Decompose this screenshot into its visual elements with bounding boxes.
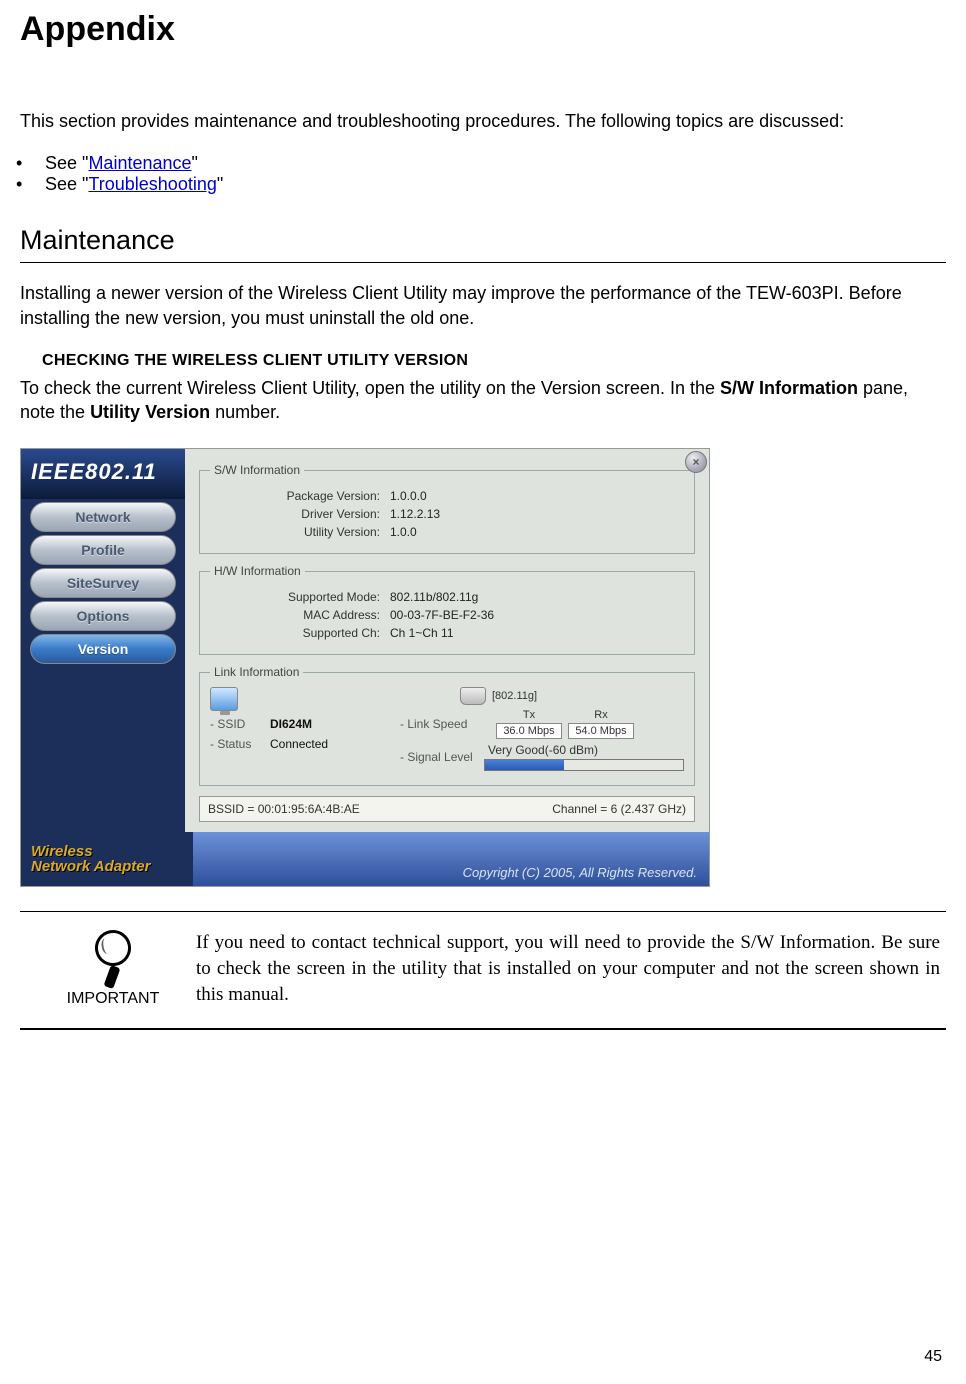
tocheck-paragraph: To check the current Wireless Client Uti… (20, 376, 946, 425)
nav-options[interactable]: Options (30, 601, 176, 631)
sw-value: 1.12.2.13 (390, 507, 684, 521)
nav-network[interactable]: Network (30, 502, 176, 532)
sw-row-driver: Driver Version: 1.12.2.13 (210, 507, 684, 521)
tx-header: Tx (496, 709, 562, 721)
utility-sidebar: IEEE802.11 Network Profile SiteSurvey Op… (21, 449, 185, 832)
sw-row-utility: Utility Version: 1.0.0 (210, 525, 684, 539)
tocheck-e: number. (210, 402, 280, 422)
see-troubleshooting-item: See "Troubleshooting" (40, 174, 946, 195)
link-info-legend: Link Information (210, 665, 303, 679)
nav-profile[interactable]: Profile (30, 535, 176, 565)
status-value: Connected (270, 737, 390, 751)
hw-value: 00-03-7F-BE-F2-36 (390, 608, 684, 622)
intro-paragraph: This section provides maintenance and tr… (20, 109, 946, 133)
important-label: IMPORTANT (60, 990, 166, 1008)
link-speed-row: - Link Speed Tx 36.0 Mbps Rx 54.0 Mbps (400, 709, 684, 739)
ssid-value: DI624M (270, 717, 390, 731)
hw-row-mac: MAC Address: 00-03-7F-BE-F2-36 (210, 608, 684, 622)
hw-label: Supported Ch: (210, 626, 390, 640)
rx-value: 54.0 Mbps (568, 723, 634, 739)
tocheck-b: S/W Information (720, 378, 858, 398)
bssid-box: BSSID = 00:01:95:6A:4B:AE Channel = 6 (2… (199, 796, 695, 822)
sw-label: Package Version: (210, 489, 390, 503)
nav-version[interactable]: Version (30, 634, 176, 664)
magnifier-icon (85, 930, 141, 986)
bssid-value: BSSID = 00:01:95:6A:4B:AE (208, 802, 360, 816)
tocheck-a: To check the current Wireless Client Uti… (20, 378, 720, 398)
utility-main: × S/W Information Package Version: 1.0.0… (185, 449, 709, 832)
sw-label: Utility Version: (210, 525, 390, 539)
see-prefix: See " (45, 174, 88, 194)
see-maintenance-item: See "Maintenance" (40, 153, 946, 174)
signal-bar-fill (485, 760, 564, 770)
signal-row: - Signal Level Very Good(-60 dBm) (400, 743, 684, 771)
copyright-bar: Copyright (C) 2005, All Rights Reserved. (193, 832, 709, 886)
hw-label: MAC Address: (210, 608, 390, 622)
wna-label-area: Wireless Network Adapter (21, 832, 193, 886)
maintenance-paragraph: Installing a newer version of the Wirele… (20, 281, 946, 330)
sw-value: 1.0.0 (390, 525, 684, 539)
hw-info-group: H/W Information Supported Mode: 802.11b/… (199, 564, 695, 655)
status-row: - Status Connected (210, 737, 390, 751)
tocheck-d: Utility Version (90, 402, 210, 422)
troubleshooting-link[interactable]: Troubleshooting (88, 174, 216, 194)
hw-value: Ch 1~Ch 11 (390, 626, 684, 640)
link-info-group: Link Information - SSID DI624M - Status … (199, 665, 695, 786)
page-number: 45 (924, 1348, 942, 1366)
hw-info-legend: H/W Information (210, 564, 305, 578)
see-suffix: " (217, 174, 223, 194)
hw-value: 802.11b/802.11g (390, 590, 684, 604)
sw-label: Driver Version: (210, 507, 390, 521)
wna-line1: Wireless (31, 843, 93, 860)
ssid-label: - SSID (210, 717, 270, 731)
ieee-logo: IEEE802.11 (21, 449, 185, 499)
checking-heading: CHECKING THE WIRELESS CLIENT UTILITY VER… (42, 352, 946, 370)
tx-value: 36.0 Mbps (496, 723, 562, 739)
sw-info-legend: S/W Information (210, 463, 304, 477)
important-note: IMPORTANT If you need to contact technic… (20, 911, 946, 1030)
maintenance-heading: Maintenance (20, 225, 946, 263)
page-title: Appendix (20, 10, 946, 49)
rx-header: Rx (568, 709, 634, 721)
see-prefix: See " (45, 153, 88, 173)
monitor-icon (210, 687, 238, 711)
status-label: - Status (210, 737, 270, 751)
disk-icon (460, 687, 486, 705)
hw-row-ch: Supported Ch: Ch 1~Ch 11 (210, 626, 684, 640)
close-icon[interactable]: × (685, 451, 707, 473)
sw-row-package: Package Version: 1.0.0.0 (210, 489, 684, 503)
signal-label: - Signal Level (400, 750, 484, 764)
channel-value: Channel = 6 (2.437 GHz) (552, 802, 686, 816)
sw-info-group: S/W Information Package Version: 1.0.0.0… (199, 463, 695, 554)
important-text: If you need to contact technical support… (196, 930, 940, 1007)
sw-value: 1.0.0.0 (390, 489, 684, 503)
wna-line2: Network Adapter (31, 858, 150, 875)
see-suffix: " (192, 153, 198, 173)
link-speed-label: - Link Speed (400, 717, 484, 731)
utility-window: IEEE802.11 Network Profile SiteSurvey Op… (20, 448, 710, 887)
maintenance-link[interactable]: Maintenance (88, 153, 191, 173)
signal-value: Very Good(-60 dBm) (488, 743, 598, 757)
hw-row-mode: Supported Mode: 802.11b/802.11g (210, 590, 684, 604)
ssid-row: - SSID DI624M (210, 717, 390, 731)
mode-badge: [802.11g] (492, 690, 537, 702)
hw-label: Supported Mode: (210, 590, 390, 604)
nav-sitesurvey[interactable]: SiteSurvey (30, 568, 176, 598)
signal-bar (484, 759, 684, 771)
